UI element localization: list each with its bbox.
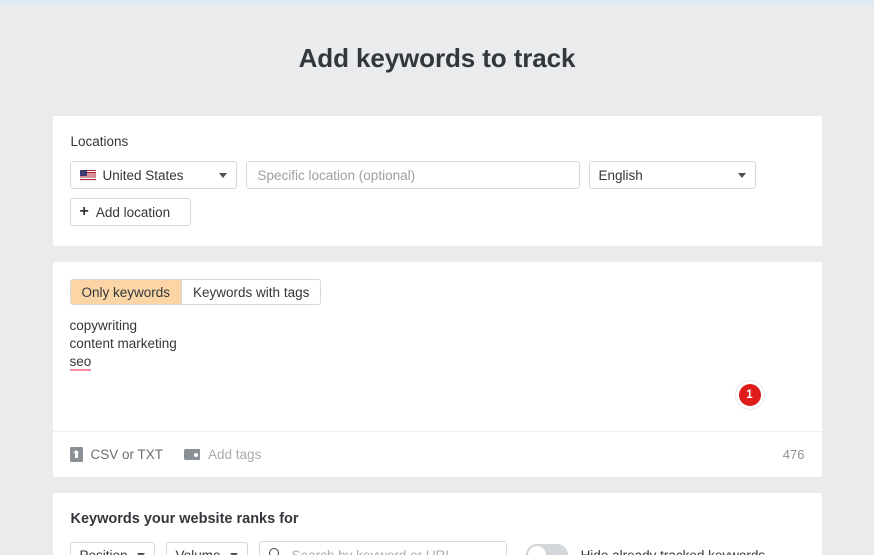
locations-row: United States English [70,161,805,189]
toggle-knob [528,546,546,555]
tab-only-keywords[interactable]: Only keywords [71,280,182,304]
ranks-section-title: Keywords your website ranks for [71,511,805,527]
position-filter-label: Position [80,548,128,555]
add-location-button[interactable]: + Add location [70,198,191,226]
keyword-mode-tabs: Only keywords Keywords with tags [70,279,322,305]
language-select[interactable]: English [589,161,756,189]
hide-tracked-label: Hide already tracked keywords [581,548,766,555]
ranks-filters-row: Position Volume Hide already tracked key… [70,541,805,555]
plus-icon: + [80,204,89,220]
search-field[interactable] [259,541,507,555]
keywords-textarea[interactable]: copywriting content marketing seo [70,317,805,377]
position-filter-button[interactable]: Position [70,542,155,555]
add-tags-button[interactable]: Add tags [184,447,261,462]
tab-keywords-with-tags[interactable]: Keywords with tags [181,280,320,304]
upload-icon [70,447,83,462]
search-input[interactable] [290,547,497,555]
hide-tracked-toggle[interactable] [526,544,568,555]
tag-icon [184,449,200,460]
us-flag-icon [80,170,96,181]
keyword-line: seo [70,353,805,371]
keyword-line: content marketing [70,335,805,353]
volume-filter-label: Volume [176,548,221,555]
locations-label: Locations [71,134,805,149]
language-select-value: English [599,168,643,183]
misspelled-keyword: seo [70,354,92,371]
character-count: 476 [783,447,805,462]
specific-location-field[interactable] [246,161,580,189]
chevron-down-icon [738,173,746,178]
csv-upload-label: CSV or TXT [91,447,164,462]
ranks-card: Keywords your website ranks for Position… [53,493,822,555]
keywords-card-footer: CSV or TXT Add tags 476 [53,431,822,477]
search-icon [269,548,279,555]
status-badge: 1 [739,384,761,406]
keyword-line: copywriting [70,317,805,335]
specific-location-input[interactable] [256,167,570,184]
country-select[interactable]: United States [70,161,237,189]
volume-filter-button[interactable]: Volume [166,542,248,555]
keywords-card: Only keywords Keywords with tags copywri… [53,262,822,477]
page-title: Add keywords to track [0,4,874,74]
chevron-down-icon [219,173,227,178]
locations-card: Locations United States English + Add lo… [53,116,822,246]
country-select-value: United States [103,168,184,183]
csv-upload-button[interactable]: CSV or TXT [70,447,164,462]
add-tags-label: Add tags [208,447,261,462]
add-location-label: Add location [96,205,170,220]
